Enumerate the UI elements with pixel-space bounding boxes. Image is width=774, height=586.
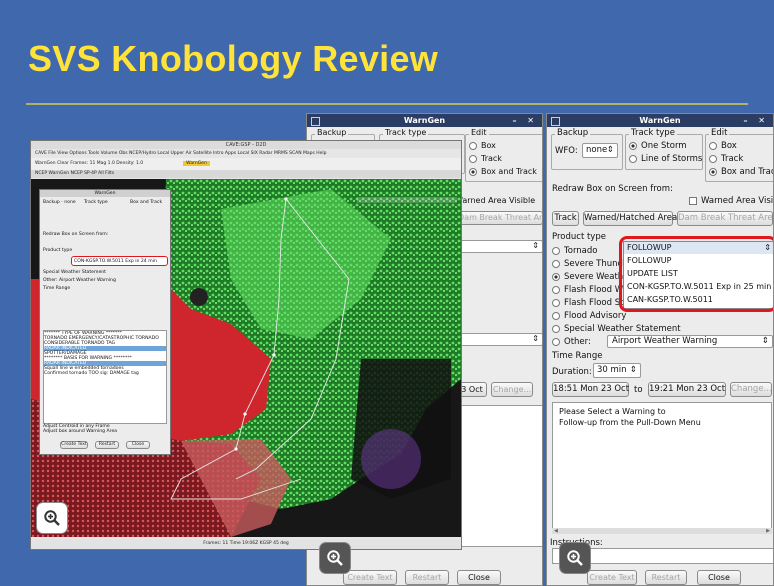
middle-message-area: [453, 405, 542, 547]
middle-followup-combo[interactable]: ⇕: [453, 240, 542, 253]
cave-menubar[interactable]: CAVE File View Options Tools Volume Obs …: [31, 149, 461, 158]
warngen-toolbar-badge[interactable]: WarnGen: [183, 161, 210, 166]
magnify-plus-icon: [44, 510, 60, 526]
mini-warngen-dialog: WarnGen Backup · none Track type Box and…: [39, 189, 171, 455]
middle-edit-boxtrack-radio[interactable]: Box and Track: [469, 167, 537, 176]
title-divider: [26, 103, 748, 105]
start-time-button[interactable]: 18:51 Mon 23 Oct: [552, 382, 629, 397]
message-line: Please Select a Warning to: [559, 407, 666, 416]
middle-restart-button[interactable]: Restart: [405, 570, 449, 585]
track-button[interactable]: Track: [552, 211, 579, 226]
warned-area-checkbox[interactable]: Warned Area Visible: [689, 196, 773, 206]
track-type-group: Track type One Storm Line of Storms: [625, 128, 703, 170]
edit-box-radio[interactable]: Box: [709, 141, 737, 151]
mini-restart-button[interactable]: Restart: [95, 441, 119, 449]
wfo-select[interactable]: none ⇕: [582, 143, 618, 158]
mini-close-button[interactable]: Close: [126, 441, 150, 449]
mini-bullet-list[interactable]: ******* TYPE OF WARNING ******* TORNADO …: [43, 330, 167, 424]
middle-dam-break-button[interactable]: Dam Break Threat Area: [457, 211, 542, 225]
product-type-label: Product type: [552, 232, 606, 242]
magnify-plus-icon: [327, 550, 343, 566]
create-text-button[interactable]: Create Text: [587, 570, 637, 585]
middle-create-text-button[interactable]: Create Text: [343, 570, 397, 585]
one-storm-radio[interactable]: One Storm: [629, 141, 687, 151]
chevron-updown-icon: ⇕: [761, 336, 769, 346]
middle-edit-group: Edit Box Track Box and Track: [465, 128, 542, 182]
restart-button[interactable]: Restart: [645, 570, 687, 585]
product-special-weather-radio[interactable]: Special Weather Statement: [552, 322, 681, 335]
mini-product-list[interactable]: Special Weather Statement Other: Airport…: [43, 270, 163, 291]
mini-product-type: Product type: [43, 248, 73, 253]
edit-group: Edit Box Track Box and Track: [705, 128, 773, 182]
window-controls[interactable]: – ✕: [744, 114, 770, 127]
close-button[interactable]: Close: [697, 570, 741, 585]
middle-edit-track-radio[interactable]: Track: [469, 154, 502, 163]
followup-highlight-box: [619, 236, 773, 312]
other-product-select[interactable]: Airport Weather Warning ⇕: [607, 335, 773, 348]
mini-warngen-title: WarnGen: [40, 190, 170, 197]
window-controls[interactable]: – ✕: [513, 114, 539, 127]
end-time-button[interactable]: 19:21 Mon 23 Oct: [648, 382, 726, 397]
magnify-plus-icon: [567, 550, 583, 566]
middle-other-combo[interactable]: ⇕: [453, 333, 542, 346]
mini-instructions: Adjust Centroid in any Frame Adjust box …: [43, 424, 118, 434]
cave-window: CAVE:GSP - D2D CAVE File View Options To…: [30, 140, 462, 550]
chevron-updown-icon: ⇕: [606, 145, 614, 155]
message-line: Follow-up from the Pull-Down Menu: [559, 418, 701, 427]
time-range-label: Time Range: [552, 351, 603, 361]
edit-box-track-radio[interactable]: Box and Track: [709, 167, 773, 177]
mini-followup-highlight[interactable]: CON-KGSP.TO.W.5011 Exp in 24 min: [71, 256, 168, 266]
warned-hatched-button[interactable]: Warned/Hatched Area: [583, 211, 677, 226]
mini-create-text-button[interactable]: Create Text: [60, 441, 88, 449]
warngen-titlebar: WarnGen – ✕: [547, 114, 773, 127]
line-of-storms-radio[interactable]: Line of Storms: [629, 154, 702, 164]
window-menu-icon[interactable]: [551, 117, 560, 126]
warngen-dialog: WarnGen – ✕ Backup WFO: none ⇕ Track type…: [546, 113, 774, 586]
chevron-updown-icon: ⇕: [629, 365, 637, 375]
edit-track-radio[interactable]: Track: [709, 154, 743, 164]
cave-toolbar[interactable]: WarnGen Clear Frames: 11 Mag 1.0 Density…: [31, 158, 461, 170]
to-label: to: [634, 385, 643, 395]
zoom-button-right[interactable]: [560, 543, 590, 573]
mini-tracktype[interactable]: Track type: [84, 200, 108, 205]
dam-break-button[interactable]: Dam Break Threat Area: [677, 211, 773, 226]
message-scrollbar[interactable]: ◀ ▶: [552, 528, 772, 534]
mini-edit[interactable]: Box and Track: [130, 200, 162, 205]
backup-group: Backup WFO: none ⇕: [551, 128, 623, 170]
change-time-button[interactable]: Change...: [730, 382, 772, 397]
mini-redraw: Redraw Box on Screen from:: [43, 232, 109, 237]
duration-label: Duration:: [552, 367, 592, 377]
duration-select[interactable]: 30 min ⇕: [593, 363, 641, 378]
message-area[interactable]: Please Select a Warning to Follow-up fro…: [552, 402, 772, 534]
wfo-label: WFO:: [555, 146, 578, 156]
cave-tabs[interactable]: NCEP WarnGen NCEP SP-4P All Filts: [31, 170, 461, 178]
middle-warned-area-check[interactable]: Warned Area Visible: [455, 196, 535, 205]
middle-change-button[interactable]: Change...: [491, 382, 533, 397]
middle-close-button[interactable]: Close: [457, 570, 501, 585]
middle-edit-box-radio[interactable]: Box: [469, 141, 496, 150]
slide-title: SVS Knobology Review: [28, 38, 439, 79]
middle-titlebar: WarnGen – ✕: [307, 114, 542, 127]
cave-titlebar: CAVE:GSP - D2D: [31, 141, 461, 149]
mini-backup[interactable]: Backup · none: [43, 200, 76, 205]
zoom-button-middle[interactable]: [320, 543, 350, 573]
redraw-label: Redraw Box on Screen from:: [552, 184, 673, 194]
cave-statusbar: Frames: 11 Time 19:06Z KGSP 45 deg: [31, 539, 461, 549]
window-menu-icon[interactable]: [311, 117, 320, 126]
zoom-button-left[interactable]: [37, 503, 67, 533]
